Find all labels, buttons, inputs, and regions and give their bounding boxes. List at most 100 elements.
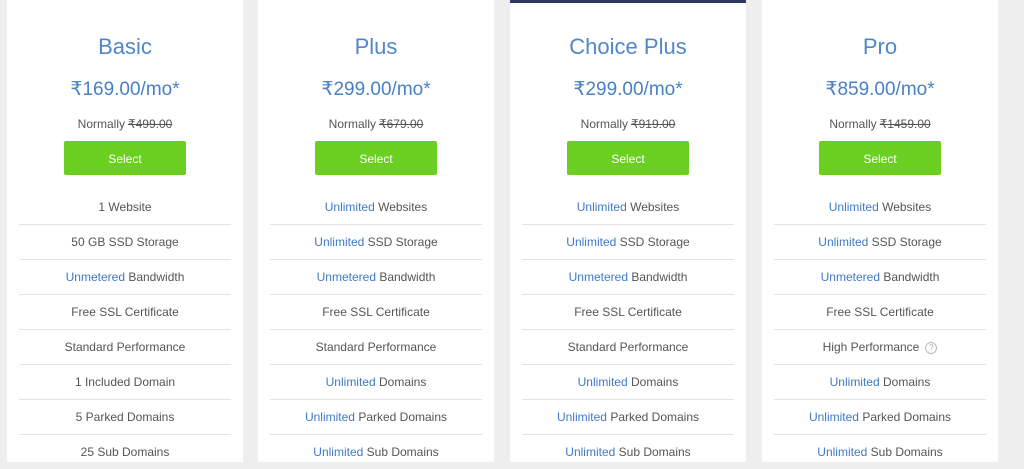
feature-item: Unlimited Domains xyxy=(522,365,734,400)
feature-item: Unmetered Bandwidth xyxy=(270,260,482,295)
feature-item: Unlimited SSD Storage xyxy=(270,225,482,260)
feature-item: Unmetered Bandwidth xyxy=(19,260,231,295)
feature-item: Unlimited Websites xyxy=(522,190,734,225)
plan-price: ₹859.00/mo* xyxy=(825,79,935,100)
feature-text: Free SSL Certificate xyxy=(71,305,179,319)
feature-highlight: Unlimited xyxy=(577,375,628,389)
select-button-plus[interactable]: Select xyxy=(315,141,437,175)
feature-text: Websites xyxy=(374,200,428,214)
feature-text: 5 Parked Domains xyxy=(75,410,175,424)
plan-name: Basic xyxy=(98,34,152,59)
feature-highlight: Unlimited xyxy=(817,445,868,459)
normally-label: Normally xyxy=(829,117,877,131)
old-price: ₹499.00 xyxy=(128,117,173,131)
feature-item: Standard Performance xyxy=(522,330,734,365)
feature-item: 5 Parked Domains xyxy=(19,400,231,435)
feature-list: Unlimited Websites Unlimited SSD Storage… xyxy=(270,190,482,469)
feature-text: Bandwidth xyxy=(376,270,436,284)
feature-item: Unmetered Bandwidth xyxy=(774,260,986,295)
feature-highlight: Unlimited xyxy=(565,445,616,459)
feature-highlight: Unlimited xyxy=(314,235,365,249)
feature-item: Unlimited Parked Domains xyxy=(522,400,734,435)
feature-highlight: Unmetered xyxy=(820,270,880,284)
normal-price: Normally ₹499.00 xyxy=(7,117,243,131)
feature-text: SSD Storage xyxy=(364,235,438,249)
feature-highlight: Unlimited xyxy=(304,410,355,424)
feature-text: Free SSL Certificate xyxy=(574,305,682,319)
old-price: ₹919.00 xyxy=(631,117,676,131)
feature-text: Domains xyxy=(627,375,679,389)
feature-text: Parked Domains xyxy=(606,410,700,424)
feature-text: Free SSL Certificate xyxy=(322,305,430,319)
feature-text: Standard Performance xyxy=(567,340,689,354)
normal-price: Normally ₹679.00 xyxy=(258,117,494,131)
plan-card-choice-plus: Choice Plus ₹299.00/mo* Normally ₹919.00 … xyxy=(510,0,746,462)
feature-highlight: Unlimited xyxy=(829,375,880,389)
feature-item: Free SSL Certificate xyxy=(774,295,986,330)
feature-text: Standard Performance xyxy=(315,340,437,354)
plan-name: Choice Plus xyxy=(569,34,687,59)
feature-highlight: Unmetered xyxy=(316,270,376,284)
feature-text: Sub Domains xyxy=(867,445,943,459)
feature-text: SSD Storage xyxy=(616,235,690,249)
normal-price: Normally ₹919.00 xyxy=(510,117,746,131)
feature-text: Websites xyxy=(878,200,932,214)
feature-text: Domains xyxy=(879,375,931,389)
feature-text: Sub Domains xyxy=(363,445,439,459)
feature-item: 1 Included Domain xyxy=(19,365,231,400)
select-button-choice-plus[interactable]: Select xyxy=(567,141,689,175)
feature-highlight: Unlimited xyxy=(556,410,607,424)
feature-highlight: Unlimited xyxy=(818,235,869,249)
pricing-plans: Basic ₹169.00/mo* Normally ₹499.00 Select… xyxy=(0,0,1024,462)
plan-card-plus: Plus ₹299.00/mo* Normally ₹679.00 Select … xyxy=(258,0,494,462)
feature-list: Unlimited Websites Unlimited SSD Storage… xyxy=(522,190,734,469)
feature-text: SSD Storage xyxy=(868,235,942,249)
plan-price: ₹169.00/mo* xyxy=(70,79,180,100)
normally-label: Normally xyxy=(328,117,376,131)
feature-text: 1 Included Domain xyxy=(74,375,176,389)
help-icon[interactable]: ? xyxy=(925,341,938,354)
plan-price: ₹299.00/mo* xyxy=(573,79,683,100)
select-button-pro[interactable]: Select xyxy=(819,141,941,175)
feature-highlight: Unmetered xyxy=(65,270,125,284)
feature-item: Unlimited Domains xyxy=(270,365,482,400)
feature-text: Bandwidth xyxy=(125,270,185,284)
feature-text: Standard Performance xyxy=(64,340,186,354)
normally-label: Normally xyxy=(580,117,628,131)
feature-highlight: Unlimited xyxy=(566,235,617,249)
feature-item: 50 GB SSD Storage xyxy=(19,225,231,260)
feature-highlight: Unlimited xyxy=(576,200,627,214)
feature-text: Bandwidth xyxy=(628,270,688,284)
feature-item: Unlimited Sub Domains xyxy=(270,435,482,469)
feature-item: 1 Website xyxy=(19,190,231,225)
plan-card-basic: Basic ₹169.00/mo* Normally ₹499.00 Select… xyxy=(7,0,243,462)
feature-item: Unlimited Domains xyxy=(774,365,986,400)
feature-item: Unlimited Sub Domains xyxy=(522,435,734,469)
feature-item: Unlimited Parked Domains xyxy=(270,400,482,435)
feature-text: Domains xyxy=(375,375,427,389)
feature-highlight: Unmetered xyxy=(568,270,628,284)
old-price: ₹679.00 xyxy=(379,117,424,131)
feature-item: Free SSL Certificate xyxy=(270,295,482,330)
feature-item: Unlimited Sub Domains xyxy=(774,435,986,469)
feature-highlight: Unlimited xyxy=(324,200,375,214)
feature-item: High Performance? xyxy=(774,330,986,365)
feature-text: Parked Domains xyxy=(354,410,448,424)
feature-text: Bandwidth xyxy=(880,270,940,284)
feature-item: Unlimited SSD Storage xyxy=(774,225,986,260)
feature-text: High Performance xyxy=(822,340,920,354)
feature-highlight: Unlimited xyxy=(808,410,859,424)
select-button-basic[interactable]: Select xyxy=(64,141,186,175)
feature-text: 25 Sub Domains xyxy=(80,445,170,459)
feature-item: Standard Performance xyxy=(19,330,231,365)
plan-price: ₹299.00/mo* xyxy=(321,79,431,100)
feature-highlight: Unlimited xyxy=(828,200,879,214)
feature-item: 25 Sub Domains xyxy=(19,435,231,469)
feature-text: 1 Website xyxy=(98,200,152,214)
plan-card-pro: Pro ₹859.00/mo* Normally ₹1459.00 Select … xyxy=(762,0,998,462)
feature-item: Unmetered Bandwidth xyxy=(522,260,734,295)
feature-text: 50 GB SSD Storage xyxy=(71,235,179,249)
feature-text: Parked Domains xyxy=(858,410,952,424)
feature-list: 1 Website 50 GB SSD Storage Unmetered Ba… xyxy=(19,190,231,469)
plan-name: Pro xyxy=(862,34,898,59)
